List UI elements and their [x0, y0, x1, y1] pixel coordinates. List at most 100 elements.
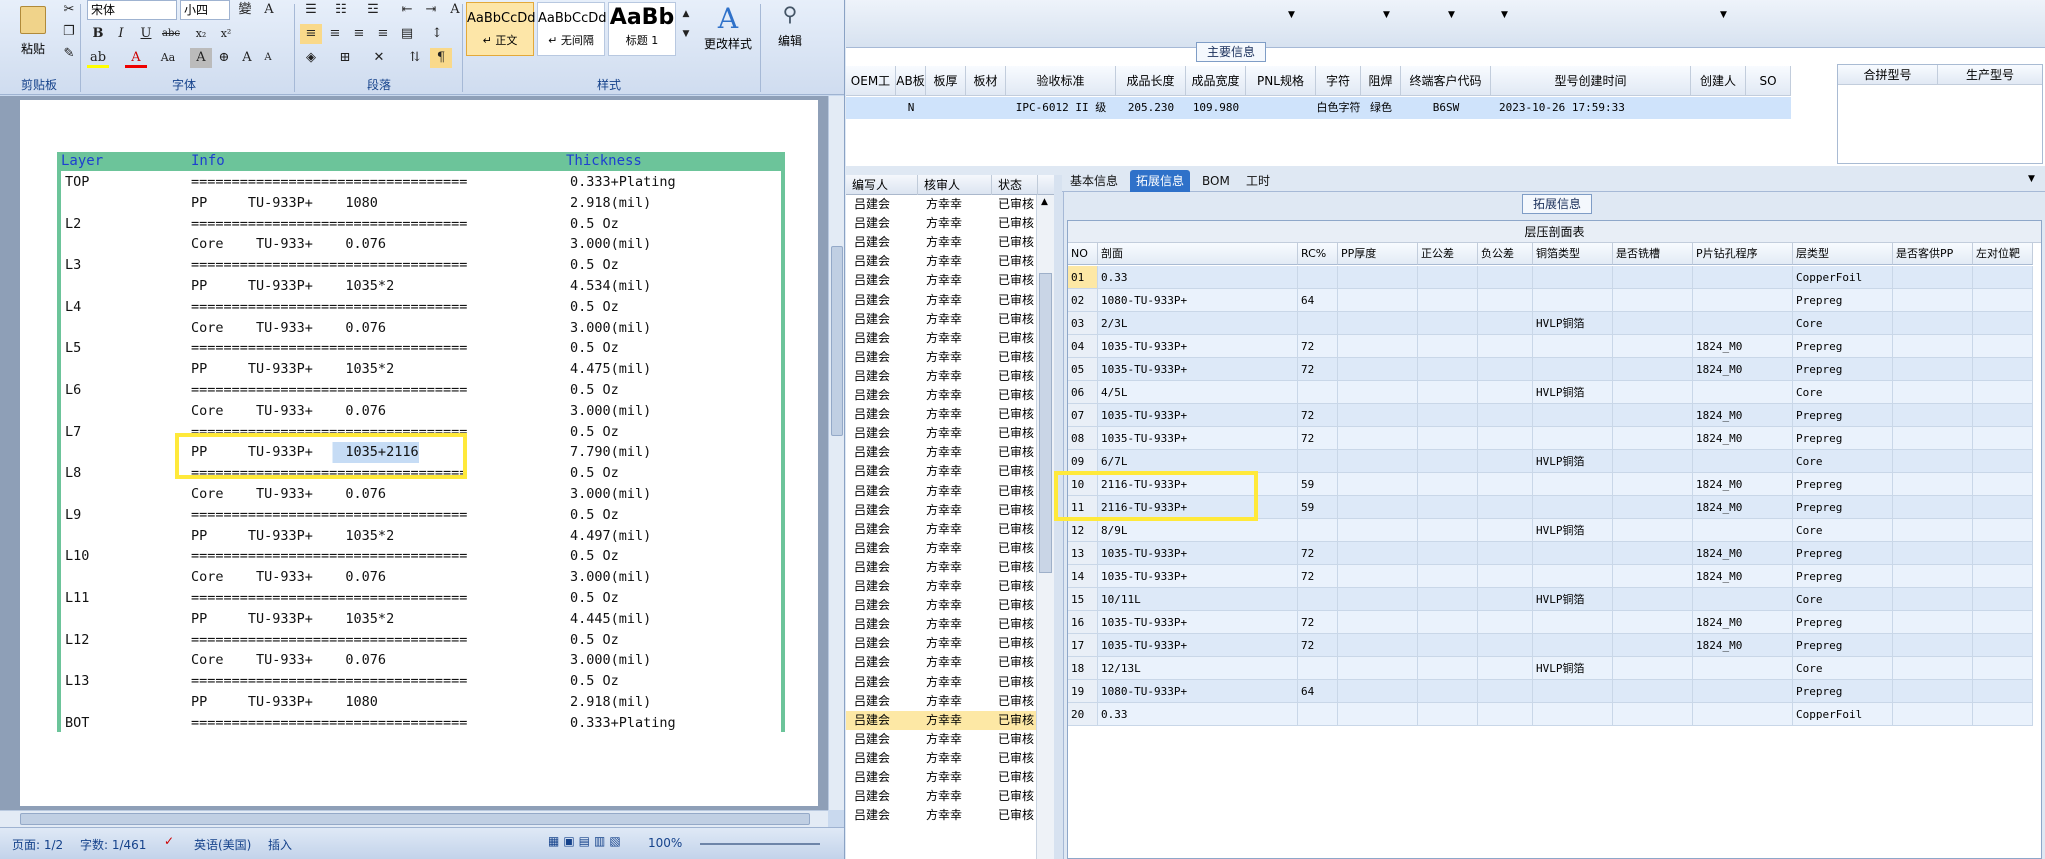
- info-value-cell[interactable]: IPC-6012 II 级: [1006, 97, 1116, 119]
- grid-cell[interactable]: [1478, 473, 1533, 496]
- grid-cell[interactable]: [1418, 611, 1478, 634]
- italic-button[interactable]: I: [110, 24, 132, 44]
- grid-cell[interactable]: [1533, 634, 1613, 657]
- info-value-cell[interactable]: 2023-10-26 17:59:33: [1491, 97, 1691, 119]
- grid-cell[interactable]: [1298, 450, 1338, 473]
- grid-cell[interactable]: [1478, 381, 1533, 404]
- info-value-cell[interactable]: N: [896, 97, 926, 119]
- grid-cell[interactable]: 1035-TU-933P+: [1098, 634, 1298, 657]
- grid-cell[interactable]: [1973, 542, 2033, 565]
- change-case-button[interactable]: Aa: [157, 48, 179, 68]
- grid-cell[interactable]: [1338, 335, 1418, 358]
- grid-cell[interactable]: [1893, 404, 1973, 427]
- sort-icon[interactable]: ⇅: [404, 48, 426, 68]
- grid-cell[interactable]: [1893, 588, 1973, 611]
- grid-header-cell[interactable]: 负公差: [1478, 243, 1533, 265]
- grid-cell[interactable]: [1338, 634, 1418, 657]
- record-row[interactable]: 吕建会 方幸幸 已审核: [846, 501, 1036, 520]
- hscroll-thumb[interactable]: [20, 813, 810, 825]
- grid-cell[interactable]: [1893, 657, 1973, 680]
- grid-cell[interactable]: Core: [1793, 519, 1893, 542]
- numbering-icon[interactable]: ☷: [330, 0, 352, 20]
- grid-cell[interactable]: 1035-TU-933P+: [1098, 404, 1298, 427]
- grid-cell[interactable]: [1533, 335, 1613, 358]
- grid-cell[interactable]: [1478, 703, 1533, 726]
- grid-cell[interactable]: 1035-TU-933P+: [1098, 358, 1298, 381]
- info-header-cell[interactable]: 成品长度: [1116, 66, 1186, 96]
- grid-header-cell[interactable]: 铜箔类型: [1533, 243, 1613, 265]
- grid-cell[interactable]: [1418, 588, 1478, 611]
- grid-cell[interactable]: [1893, 496, 1973, 519]
- grid-cell[interactable]: [1893, 542, 1973, 565]
- grid-header-cell[interactable]: 是否铣槽: [1613, 243, 1693, 265]
- font-size-up-icon[interactable]: 變: [234, 0, 256, 20]
- grid-cell[interactable]: [1478, 266, 1533, 289]
- grid-cell[interactable]: [1478, 565, 1533, 588]
- font-name-combo[interactable]: 宋体: [87, 0, 177, 20]
- zoom-slider[interactable]: [700, 843, 820, 845]
- grid-cell[interactable]: [1613, 404, 1693, 427]
- grid-cell[interactable]: [1298, 588, 1338, 611]
- grid-cell[interactable]: [1893, 680, 1973, 703]
- grid-cell[interactable]: [1893, 266, 1973, 289]
- grid-cell[interactable]: CopperFoil: [1793, 703, 1893, 726]
- grid-cell[interactable]: [1478, 634, 1533, 657]
- grid-cell[interactable]: [1338, 404, 1418, 427]
- grid-cell[interactable]: 1824_M0: [1693, 358, 1793, 381]
- info-header-cell[interactable]: 板厚: [926, 66, 966, 96]
- asian-layout-icon[interactable]: ✕: [368, 48, 390, 68]
- grid-cell[interactable]: [1973, 312, 2033, 335]
- dropdown-arrow-icon[interactable]: ▼: [1720, 10, 1727, 20]
- grow-font-button[interactable]: A: [236, 48, 258, 68]
- grid-cell[interactable]: [1338, 657, 1418, 680]
- grid-row-number[interactable]: 16: [1068, 611, 1098, 634]
- grid-cell[interactable]: [1298, 266, 1338, 289]
- change-styles-button[interactable]: A 更改样式: [698, 0, 758, 70]
- info-header-cell[interactable]: AB板: [896, 66, 926, 96]
- grid-cell[interactable]: [1893, 427, 1973, 450]
- grid-row-number[interactable]: 02: [1068, 289, 1098, 312]
- grid-cell[interactable]: [1613, 266, 1693, 289]
- grid-cell[interactable]: [1613, 542, 1693, 565]
- style-no-spacing[interactable]: AaBbCcDd ↵ 无间隔: [537, 2, 607, 56]
- style-normal[interactable]: AaBbCcDd ↵ 正文: [466, 2, 536, 56]
- grid-cell[interactable]: [1613, 611, 1693, 634]
- grid-row-number[interactable]: 01: [1068, 266, 1098, 289]
- grid-cell[interactable]: HVLP铜箔: [1533, 450, 1613, 473]
- grid-row-number[interactable]: 05: [1068, 358, 1098, 381]
- grid-cell[interactable]: [1478, 427, 1533, 450]
- grid-row-number[interactable]: 06: [1068, 381, 1098, 404]
- grid-row-number[interactable]: 12: [1068, 519, 1098, 542]
- grid-cell[interactable]: [1338, 450, 1418, 473]
- info-header-cell[interactable]: 阻焊: [1361, 66, 1401, 96]
- grid-cell[interactable]: 8/9L: [1098, 519, 1298, 542]
- grid-row-number[interactable]: 19: [1068, 680, 1098, 703]
- grid-cell[interactable]: [1973, 634, 2033, 657]
- grid-cell[interactable]: [1893, 611, 1973, 634]
- grid-cell[interactable]: [1533, 496, 1613, 519]
- grid-row-number[interactable]: 20: [1068, 703, 1098, 726]
- info-value-cell[interactable]: 白色字符: [1316, 97, 1361, 119]
- info-header-cell[interactable]: OEM工厂: [846, 66, 896, 118]
- info-value-cell[interactable]: [926, 97, 966, 119]
- grid-cell[interactable]: 1824_M0: [1693, 542, 1793, 565]
- grid-cell[interactable]: [1973, 266, 2033, 289]
- scroll-thumb[interactable]: [831, 246, 843, 436]
- grid-cell[interactable]: 6/7L: [1098, 450, 1298, 473]
- tabs-menu-icon[interactable]: ▼: [2028, 174, 2035, 184]
- record-row[interactable]: 吕建会 方幸幸 已审核: [846, 692, 1036, 711]
- paste-button[interactable]: 粘贴: [8, 2, 58, 72]
- grid-cell[interactable]: [1893, 358, 1973, 381]
- grid-row-number[interactable]: 18: [1068, 657, 1098, 680]
- grid-cell[interactable]: [1533, 680, 1613, 703]
- grid-cell[interactable]: [1418, 657, 1478, 680]
- phonetic-icon[interactable]: A: [258, 0, 280, 20]
- record-scroll-thumb[interactable]: [1039, 273, 1052, 573]
- grid-cell[interactable]: [1973, 519, 2033, 542]
- record-row[interactable]: 吕建会 方幸幸 已审核: [846, 233, 1036, 252]
- info-header-cell[interactable]: 验收标准: [1006, 66, 1116, 96]
- record-row[interactable]: 吕建会 方幸幸 已审核: [846, 730, 1036, 749]
- grid-cell[interactable]: [1613, 450, 1693, 473]
- info-value-cell[interactable]: [1746, 97, 1791, 119]
- grid-cell[interactable]: 59: [1298, 496, 1338, 519]
